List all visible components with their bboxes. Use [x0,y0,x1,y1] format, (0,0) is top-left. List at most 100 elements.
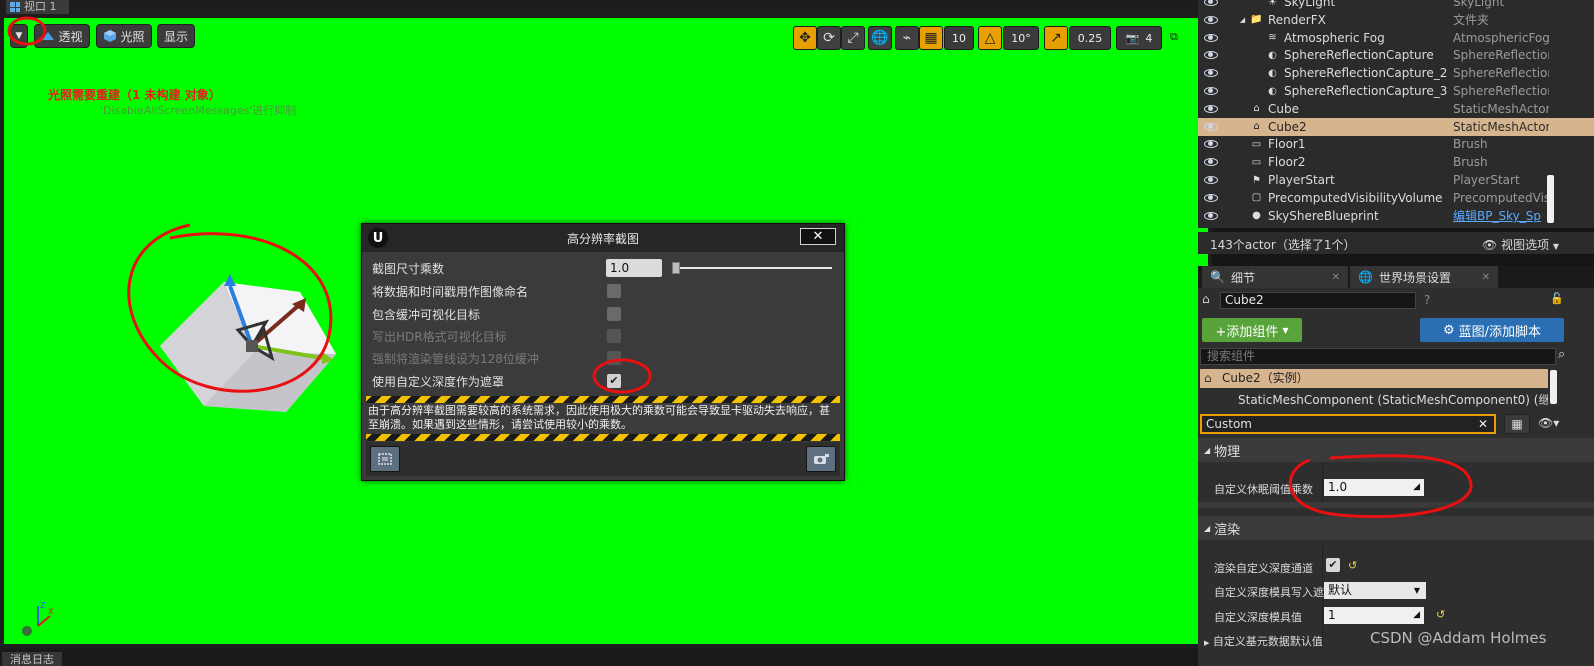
search-icon[interactable]: ⌕ [1558,347,1565,362]
tab-details[interactable]: 🔍 细节 ✕ [1202,266,1348,288]
tab-world-settings[interactable]: 🌐 世界场景设置 ✕ [1350,266,1498,288]
clear-filter-icon[interactable]: ✕ [1478,416,1488,432]
visibility-eye-icon[interactable] [1204,122,1218,131]
dialog-close-button[interactable]: ✕ [800,228,836,245]
visibility-eye-icon[interactable] [1204,87,1218,95]
option-buffer-targets-checkbox[interactable] [607,307,621,321]
details-filter-input[interactable]: Custom ✕ [1200,414,1496,434]
outliner-row[interactable]: ● SkyShereBlueprint 编辑BP_Sky_Sp [1198,207,1594,225]
visibility-eye-icon[interactable] [1204,176,1218,184]
stencil-write-mask-value: 默认 [1328,583,1353,597]
outliner-footer: 143个actor（选择了1个） 👁 视图选项 ▼ [1198,232,1594,254]
stencil-value-label: 自定义深度模具值 [1214,611,1302,624]
outliner-row[interactable]: ⌂ Cube2 StaticMeshActor [1198,117,1594,136]
render-custom-depth-checkbox[interactable]: ✔ [1326,558,1340,572]
maximize-viewport-icon[interactable]: ⧉ [1170,30,1182,43]
rotation-snap-value[interactable]: 10° [1003,26,1039,50]
rotate-tool-icon[interactable]: ⟳ [817,26,841,50]
size-multiplier-slider-track[interactable] [674,267,832,269]
scale-snap-value[interactable]: 0.25 [1069,26,1111,50]
lighting-button[interactable]: 光照 [96,24,152,48]
category-rendering[interactable]: ◢ 渲染 [1198,516,1594,540]
outliner-scrollbar[interactable] [1547,175,1554,223]
expand-arrow-icon[interactable]: ◢ [1236,13,1249,26]
visibility-eye-icon[interactable] [1204,51,1218,60]
scale-snap-icon[interactable]: ↗ [1044,26,1068,50]
outliner-row[interactable]: ◐ SphereReflectionCapture_3 SphereReflecti… [1198,82,1594,100]
close-icon[interactable]: ✕ [1482,272,1490,283]
outliner-row[interactable]: ▭ Floor2 Brush [1198,153,1594,171]
advanced-expander[interactable] [1198,502,1594,508]
grid-snap-value[interactable]: 10 [944,26,974,50]
fog-icon: ≋ [1268,32,1277,44]
search-components-input[interactable]: 搜索组件 [1200,348,1556,365]
component-instance-row[interactable]: Cube2（实例） [1200,369,1548,388]
view-options-label: 视图选项 [1501,238,1550,252]
tab-viewport-1[interactable]: 视口 1 [6,0,69,14]
visibility-eye-icon[interactable] [1204,0,1218,6]
reset-to-default-icon[interactable]: ↺ [1348,559,1357,572]
world-space-icon[interactable]: 🌐 [868,26,892,50]
rotation-snap-icon[interactable]: △ [978,26,1002,50]
visibility-eye-icon[interactable] [1204,158,1218,167]
size-multiplier-slider-thumb[interactable] [672,262,680,274]
reset-to-default-icon[interactable]: ↺ [1436,608,1445,621]
chevron-down-icon: ▼ [15,31,23,41]
lock-icon[interactable]: 🔓 [1550,292,1564,305]
viewport-options-button[interactable]: ▼ [10,24,28,48]
capture-screenshot-button[interactable] [806,446,836,472]
close-icon[interactable]: ✕ [1332,272,1340,283]
option-128bit-checkbox[interactable] [607,351,621,365]
grid-snap-icon[interactable]: ▦ [919,26,943,50]
outliner-row[interactable]: ▢ PrecomputedVisibilityVolume PrecomputedV… [1198,189,1594,207]
edit-blueprint-link[interactable]: 编辑BP_Sky_Sp [1453,207,1549,224]
region-select-button[interactable] [370,446,400,472]
translate-tool-icon[interactable]: ✥ [793,26,817,50]
cube-actor[interactable] [126,234,346,434]
render-custom-depth-label: 渲染自定义深度通道 [1214,562,1313,575]
tab-message-log[interactable]: 消息日志 [2,652,62,666]
visibility-eye-icon[interactable] [1204,69,1218,78]
show-button[interactable]: 显示 [157,24,195,48]
scale-tool-icon[interactable]: ⤢ [841,26,865,50]
outliner-row[interactable]: ≋ Atmospheric Fog AtmosphericFog [1198,29,1594,47]
property-matrix-icon[interactable]: ▦ [1504,414,1530,434]
option-custom-depth-checkbox[interactable]: ✔ [607,374,621,388]
option-hdr-checkbox[interactable] [607,329,621,343]
static-mesh-icon: ⌂ [1253,103,1260,115]
option-timestamp-checkbox[interactable] [607,284,621,298]
actor-name-input[interactable]: Cube2 [1220,292,1416,309]
size-multiplier-input[interactable]: 1.0 [606,259,662,277]
camera-speed-button[interactable]: 📷 4 [1116,26,1162,50]
visibility-eye-icon[interactable] [1204,33,1218,42]
visibility-eye-icon[interactable] [1204,15,1218,24]
stencil-write-mask-dropdown[interactable]: 默认 ▼ [1324,582,1426,599]
outliner-row[interactable]: ▭ Floor1 Brush [1198,135,1594,153]
help-icon[interactable] [22,626,32,636]
stencil-value-input[interactable]: 1 ◢ [1324,607,1424,624]
outliner-row[interactable]: ⚑ PlayerStart PlayerStart [1198,171,1594,189]
outliner-row[interactable]: ◐ SphereReflectionCapture_2 SphereReflecti… [1198,64,1594,82]
eye-icon[interactable]: 👁▾ [1538,416,1559,430]
high-res-screenshot-dialog: U 高分辨率截图 ✕ 截图尺寸乘数 1.0 将数据和时间戳用作图像命名 包含缓冲… [361,223,845,481]
outliner-row[interactable]: ☀ SkyLight SkyLight [1198,0,1594,11]
column-divider [1322,462,1323,506]
view-options-button[interactable]: 👁 视图选项 ▼ [1482,236,1559,253]
visibility-eye-icon[interactable] [1204,140,1218,149]
expand-arrow-icon: ▶ [1204,639,1210,647]
visibility-eye-icon[interactable] [1204,211,1218,220]
visibility-eye-icon[interactable] [1204,104,1218,113]
surface-snap-icon[interactable]: ⌁ [895,26,919,50]
outliner-row[interactable]: ◢ 📁 RenderFX 文件夹 [1198,11,1594,29]
category-physics[interactable]: ◢ 物理 [1198,438,1594,462]
help-icon[interactable]: ? [1424,293,1430,307]
static-mesh-component-row[interactable]: StaticMeshComponent (StaticMeshComponent… [1200,392,1548,408]
add-component-button[interactable]: +添加组件 ▼ [1202,318,1302,342]
visibility-eye-icon[interactable] [1204,193,1218,202]
outliner-row[interactable]: ⌂ Cube StaticMeshActor [1198,100,1594,118]
outliner-row[interactable]: ◐ SphereReflectionCapture SphereReflection… [1198,46,1594,64]
perspective-button[interactable]: 透视 [34,24,90,48]
sleep-threshold-input[interactable]: 1.0 ◢ [1324,479,1424,496]
component-list-scrollbar[interactable] [1550,370,1557,404]
blueprint-add-script-button[interactable]: ⚙ 蓝图/添加脚本 [1420,318,1564,342]
